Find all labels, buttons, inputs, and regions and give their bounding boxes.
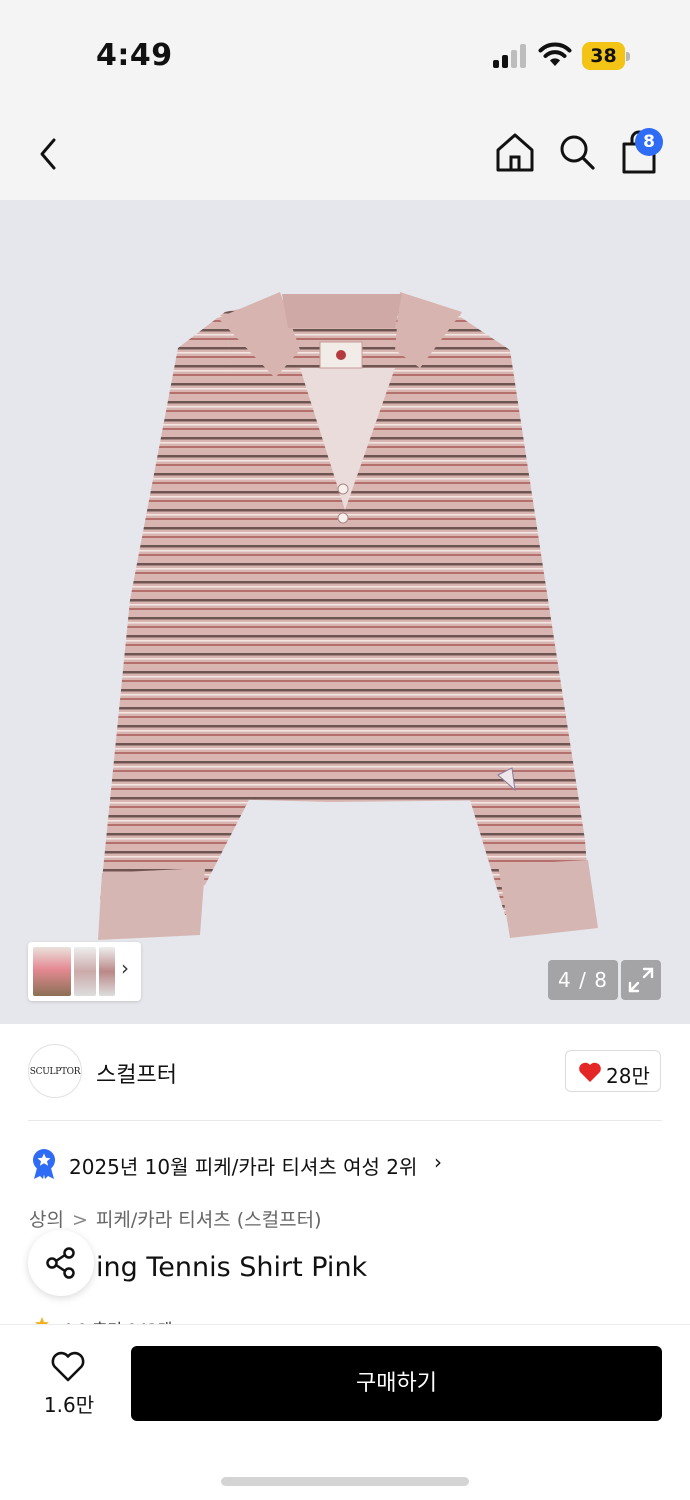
chevron-right-icon[interactable]: › — [121, 956, 129, 980]
wishlist-count: 1.6만 — [43, 1393, 95, 1417]
ranking-link[interactable]: 2025년 10월 피케/카라 티셔츠 여성 2위 — [69, 1151, 417, 1180]
bottom-action-bar: 1.6만 구매하기 — [0, 1324, 690, 1500]
product-title: ing Tennis Shirt Pink — [96, 1252, 368, 1283]
breadcrumb-item[interactable]: 피케/카라 티셔츠 (스컬프터) — [96, 1205, 322, 1232]
image-counter: 4 / 8 — [548, 960, 618, 1000]
status-bar: 4:49 38 — [0, 0, 690, 110]
chevron-right-icon[interactable]: › — [434, 1150, 442, 1174]
image-thumbnail-strip[interactable]: › — [28, 942, 141, 1001]
share-button[interactable] — [28, 1230, 94, 1296]
top-nav — [0, 110, 690, 200]
search-icon[interactable] — [556, 130, 598, 174]
breadcrumb-separator: > — [71, 1209, 88, 1231]
thumbnail-image[interactable] — [99, 947, 115, 996]
thumbnail-image[interactable] — [33, 947, 71, 996]
wishlist-button[interactable]: 1.6만 — [36, 1345, 102, 1421]
product-photo-shirt — [98, 292, 598, 940]
breadcrumb: 상의 > 피케/카라 티셔츠 (스컬프터) — [29, 1205, 321, 1232]
cellular-signal-icon — [493, 44, 529, 68]
buy-button[interactable]: 구매하기 — [131, 1346, 662, 1421]
heart-outline-icon — [51, 1351, 85, 1382]
back-chevron-icon[interactable] — [30, 132, 70, 176]
cart-count-badge: 8 — [635, 128, 663, 156]
divider — [28, 1120, 662, 1121]
brand-name[interactable]: 스컬프터 — [96, 1057, 177, 1089]
expand-arrows-icon[interactable] — [621, 960, 661, 1000]
brand-like-button[interactable]: 28만 — [565, 1050, 661, 1092]
wifi-icon — [538, 42, 572, 66]
brand-logo[interactable]: SCULPTOR — [28, 1044, 82, 1098]
product-image[interactable]: › 4 / 8 — [0, 200, 690, 1024]
breadcrumb-item[interactable]: 상의 — [29, 1205, 64, 1232]
heart-filled-icon — [579, 1062, 601, 1082]
status-time: 4:49 — [96, 38, 173, 73]
ranking-badge-icon — [33, 1149, 55, 1179]
home-icon[interactable] — [494, 130, 536, 174]
battery-level: 38 — [590, 45, 617, 67]
battery-icon: 38 — [582, 42, 630, 70]
brand-like-count: 28만 — [606, 1064, 650, 1088]
home-indicator[interactable] — [221, 1477, 469, 1486]
share-icon — [46, 1247, 75, 1279]
thumbnail-image[interactable] — [74, 947, 96, 996]
